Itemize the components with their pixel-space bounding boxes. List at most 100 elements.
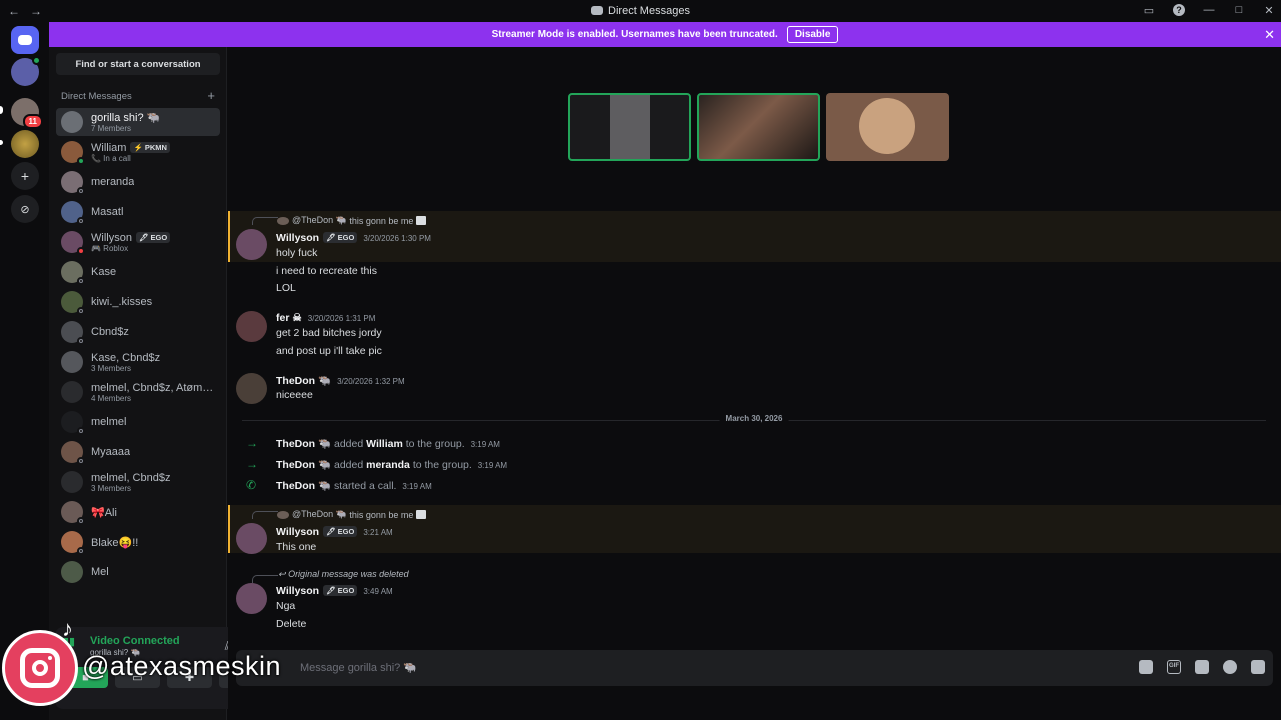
reply-text: this gonn be me <box>349 215 414 226</box>
server-icon[interactable]: 11 <box>11 98 43 129</box>
date-divider: March 30, 2026 <box>242 414 1266 423</box>
dm-item[interactable]: melmel <box>56 408 220 436</box>
dm-item-label: Mel <box>91 566 109 578</box>
video-tile[interactable] <box>826 93 949 161</box>
message-composer[interactable]: Message gorilla shi? 🐃 GIF <box>236 650 1273 686</box>
dm-item-name: Willyson 🖋 EGO <box>91 231 171 244</box>
avatar[interactable] <box>236 311 267 342</box>
window-title: Direct Messages <box>0 5 1281 17</box>
dm-item-text: melmel, Cbnd$z, Atømicl... 4 Members <box>91 382 215 403</box>
dm-item-label: Kase, Cbnd$z <box>91 351 161 364</box>
dm-item[interactable]: Blake😝!! <box>56 528 220 556</box>
avatar <box>61 351 83 373</box>
timestamp: 3:19 AM <box>402 482 432 491</box>
inbox-icon[interactable]: ▭ <box>1143 4 1155 17</box>
dm-item[interactable]: 🎀Ali <box>56 498 220 526</box>
home-button[interactable] <box>11 26 39 54</box>
guild-tag: 🖋 EGO <box>323 232 358 243</box>
dm-item-text: meranda <box>91 176 134 188</box>
tiktok-logo-icon: ♪ <box>62 616 73 641</box>
dm-item[interactable]: William ⚡ PKMN 📞 In a call <box>56 138 220 166</box>
dm-item-text: 🎀Ali <box>91 506 117 519</box>
add-server-button[interactable]: + <box>11 162 39 190</box>
help-icon[interactable]: ? <box>1173 4 1185 16</box>
create-dm-plus-icon[interactable]: + <box>207 89 215 102</box>
dm-item[interactable]: gorilla shi? 🐃 7 Members <box>56 108 220 136</box>
sys-target[interactable]: meranda <box>366 459 410 471</box>
server-icon[interactable] <box>11 56 41 86</box>
sys-action: added <box>334 459 364 471</box>
avatar[interactable] <box>236 583 267 614</box>
emoji-icon[interactable] <box>1223 660 1237 674</box>
reply-connector <box>252 575 278 583</box>
message-author[interactable]: TheDon 🐃 <box>276 375 331 387</box>
avatar[interactable] <box>236 523 267 554</box>
message-author[interactable]: Willyson <box>276 232 319 244</box>
dm-item[interactable]: melmel, Cbnd$z 3 Members <box>56 468 220 496</box>
dm-item[interactable]: melmel, Cbnd$z, Atømicl... 4 Members <box>56 378 220 406</box>
dm-item[interactable]: Kase <box>56 258 220 286</box>
apps-icon[interactable] <box>1251 660 1265 674</box>
avatar <box>61 141 85 165</box>
video-tile[interactable] <box>697 93 820 161</box>
avatar <box>61 231 85 255</box>
message-text: get 2 bad bitches jordy <box>276 327 382 339</box>
avatar <box>61 171 85 195</box>
close-window-button[interactable]: ✕ <box>1263 4 1275 17</box>
reply-preview[interactable]: @TheDon 🐃 this gonn be me <box>277 509 427 520</box>
sys-actor[interactable]: TheDon 🐃 <box>276 459 331 471</box>
discover-compass-icon[interactable]: ⊘ <box>11 195 39 223</box>
dm-item[interactable]: meranda <box>56 168 220 196</box>
composer-tools: GIF <box>1139 660 1265 674</box>
dm-item[interactable]: kiwi._.kisses <box>56 288 220 316</box>
find-conversation-button[interactable]: Find or start a conversation <box>56 53 220 75</box>
dm-item-name: Kase, Cbnd$z <box>91 352 160 364</box>
server-icon[interactable] <box>11 130 39 158</box>
message-header: Willyson 🖋 EGO 3/20/2026 1:30 PM <box>276 232 431 244</box>
guild-tag: 🖋 EGO <box>323 585 358 596</box>
dm-item[interactable]: Masatl <box>56 198 220 226</box>
banner-close-icon[interactable]: ✕ <box>1264 27 1275 43</box>
avatar[interactable] <box>236 373 267 404</box>
reply-preview[interactable]: @TheDon 🐃 this gonn be me <box>277 215 427 226</box>
message-author[interactable]: Willyson <box>276 526 319 538</box>
avatar <box>61 471 83 493</box>
sticker-icon[interactable] <box>1195 660 1209 674</box>
streamer-mode-banner: Streamer Mode is enabled. Usernames have… <box>49 22 1281 47</box>
avatar[interactable] <box>236 229 267 260</box>
dm-item[interactable]: Willyson 🖋 EGO 🎮 Roblox <box>56 228 220 256</box>
message-header: Willyson 🖋 EGO 3:21 AM <box>276 526 393 538</box>
sys-actor[interactable]: TheDon 🐃 <box>276 438 331 450</box>
gift-icon[interactable] <box>1139 660 1153 674</box>
dm-item-name: William ⚡ PKMN <box>91 141 170 154</box>
dm-item[interactable]: Mel <box>56 558 220 586</box>
dm-item-label: Blake😝!! <box>91 536 139 549</box>
sys-target[interactable]: William <box>366 438 403 450</box>
avatar <box>61 111 83 133</box>
maximize-button[interactable]: □ <box>1233 4 1245 17</box>
video-tile[interactable] <box>568 93 691 161</box>
dm-item[interactable]: Kase, Cbnd$z 3 Members <box>56 348 220 376</box>
reply-author: @TheDon 🐃 <box>292 509 347 519</box>
dm-section-header: Direct Messages + <box>61 89 215 102</box>
dm-item[interactable]: Cbnd$z <box>56 318 220 346</box>
title-bar: ← → Direct Messages ▭ ? — □ ✕ <box>0 0 1281 22</box>
message-header: Willyson 🖋 EGO 3:49 AM <box>276 585 393 597</box>
status-indicator <box>77 247 85 255</box>
dm-item[interactable]: Myaaaa <box>56 438 220 466</box>
disable-streamer-mode-button[interactable]: Disable <box>786 26 839 43</box>
sys-actor[interactable]: TheDon 🐃 <box>276 480 331 492</box>
dm-item-text: Cbnd$z <box>91 326 129 338</box>
message-author[interactable]: Willyson <box>276 585 319 597</box>
gif-icon[interactable]: GIF <box>1167 660 1181 674</box>
dm-item-label: 🎀Ali <box>91 506 117 519</box>
system-message: TheDon 🐃 added William to the group. 3:1… <box>276 437 500 450</box>
dm-item-text: Blake😝!! <box>91 536 138 549</box>
video-feed <box>610 95 650 159</box>
status-indicator <box>77 187 85 195</box>
window-title-text: Direct Messages <box>608 5 690 17</box>
dm-item-text: melmel, Cbnd$z 3 Members <box>91 472 170 493</box>
minimize-button[interactable]: — <box>1203 4 1215 17</box>
dm-item-name: Mel <box>91 566 109 578</box>
message-author[interactable]: fer ☠ <box>276 312 302 324</box>
